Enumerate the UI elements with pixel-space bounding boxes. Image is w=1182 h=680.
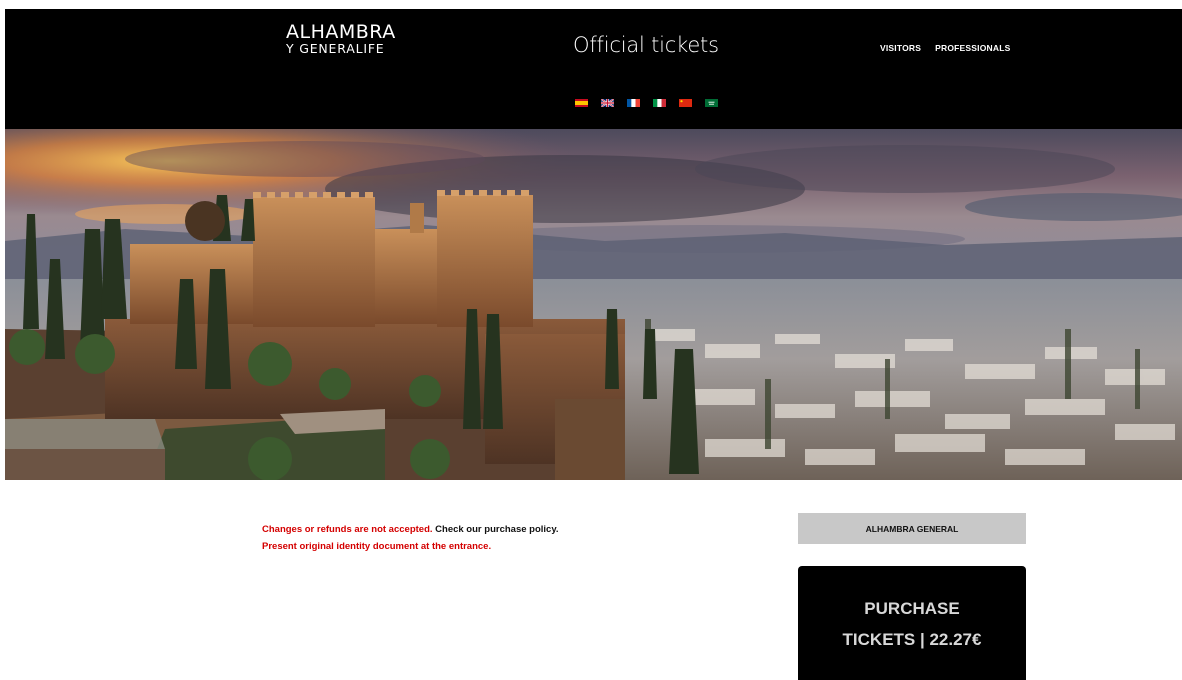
product-tab-alhambra-general[interactable]: ALHAMBRA GENERAL bbox=[798, 513, 1026, 544]
site-header: ALHAMBRA Y GENERALIFE Official tickets V… bbox=[5, 9, 1182, 129]
alhambra-panorama-image bbox=[5, 129, 1182, 480]
nav-professionals-link[interactable]: PROFESSIONALS bbox=[935, 43, 1010, 53]
arabic-flag-icon[interactable] bbox=[705, 99, 718, 107]
purchase-policy-link[interactable]: purchase policy. bbox=[484, 524, 558, 535]
notice-line-1: Changes or refunds are not accepted. Che… bbox=[262, 521, 559, 538]
page: ALHAMBRA Y GENERALIFE Official tickets V… bbox=[0, 0, 1182, 680]
nav-visitors-link[interactable]: VISITORS bbox=[880, 43, 921, 53]
language-selector bbox=[575, 99, 718, 107]
purchase-notice: Changes or refunds are not accepted. Che… bbox=[262, 521, 559, 555]
spain-flag-icon[interactable] bbox=[575, 99, 588, 107]
main-nav: VISITORS PROFESSIONALS bbox=[880, 43, 1010, 53]
check-policy-prefix: Check our bbox=[435, 524, 482, 535]
china-flag-icon[interactable] bbox=[679, 99, 692, 107]
identity-warning: Present original identity document at th… bbox=[262, 541, 492, 552]
logo-line1: ALHAMBRA bbox=[286, 21, 396, 43]
site-title: Official tickets bbox=[573, 33, 719, 57]
purchase-button-line1: PURCHASE bbox=[864, 599, 960, 618]
italy-flag-icon[interactable] bbox=[653, 99, 666, 107]
logo-line2: Y GENERALIFE bbox=[286, 41, 385, 56]
france-flag-icon[interactable] bbox=[627, 99, 640, 107]
purchase-tickets-button[interactable]: PURCHASE TICKETS | 22.27€ bbox=[798, 566, 1026, 680]
purchase-button-line2: TICKETS | 22.27€ bbox=[842, 630, 982, 649]
refund-warning: Changes or refunds are not accepted. bbox=[262, 524, 433, 535]
alhambra-logo[interactable]: ALHAMBRA Y GENERALIFE bbox=[286, 23, 396, 56]
uk-flag-icon[interactable] bbox=[601, 99, 614, 107]
